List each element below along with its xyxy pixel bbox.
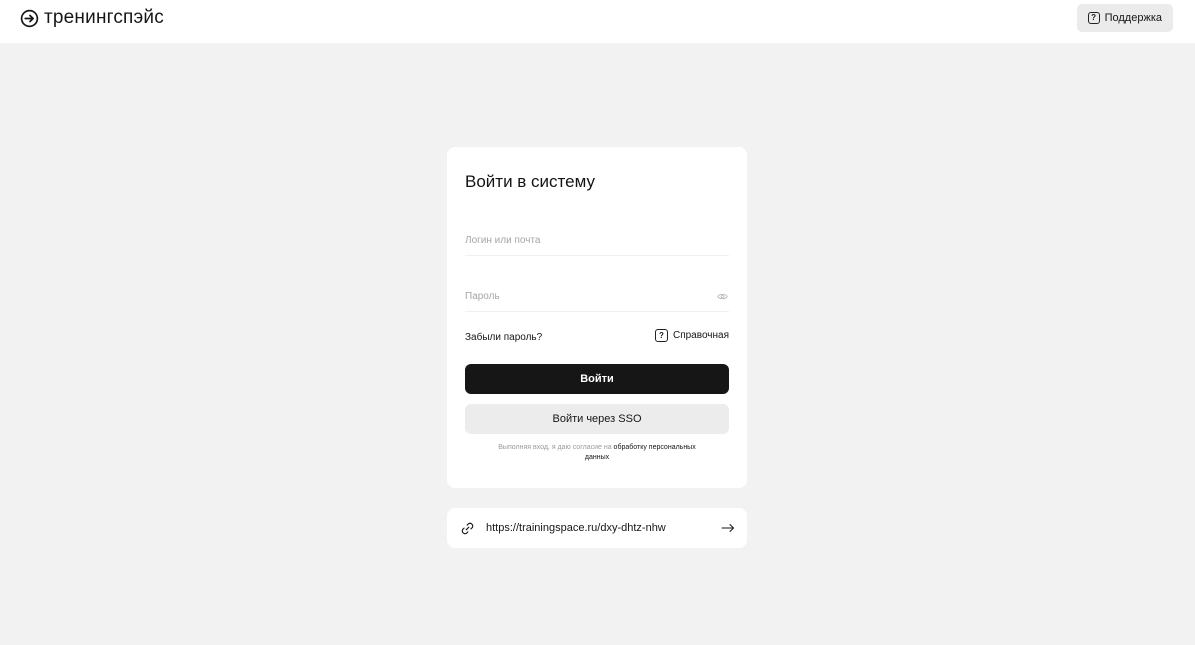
arrow-right-icon bbox=[721, 524, 734, 532]
consent-prefix: Выполняя вход, я даю согласие на bbox=[498, 444, 614, 451]
eye-icon[interactable] bbox=[717, 292, 728, 301]
login-input[interactable] bbox=[465, 226, 729, 255]
room-link-url: https://trainingspace.ru/dxy-dhtz-nhw bbox=[486, 522, 666, 534]
password-input[interactable] bbox=[465, 282, 729, 311]
question-box-icon: ? bbox=[1087, 12, 1100, 24]
sso-login-button[interactable]: Войти через SSO bbox=[465, 404, 729, 434]
password-field bbox=[465, 282, 729, 312]
login-field bbox=[465, 226, 729, 256]
logo-text: тренингспэйс bbox=[44, 7, 164, 28]
logo[interactable]: тренингспэйс bbox=[20, 7, 164, 29]
room-link-card[interactable]: https://trainingspace.ru/dxy-dhtz-nhw bbox=[447, 508, 747, 548]
support-label: Поддержка bbox=[1104, 12, 1162, 24]
login-button[interactable]: Войти bbox=[465, 364, 729, 394]
top-bar: тренингспэйс ? Поддержка bbox=[0, 0, 1195, 43]
support-button[interactable]: ? Поддержка bbox=[1076, 4, 1173, 32]
forgot-password-link[interactable]: Забыли пароль? bbox=[465, 332, 542, 343]
help-label: Справочная bbox=[672, 330, 729, 341]
consent-text: Выполняя вход, я даю согласие на обработ… bbox=[487, 443, 707, 463]
page-title: Войти в систему bbox=[465, 172, 595, 191]
chain-link-icon bbox=[461, 522, 474, 534]
help-link[interactable]: ? Справочная bbox=[654, 329, 729, 342]
login-arrow-icon bbox=[20, 9, 39, 27]
question-box-icon: ? bbox=[654, 329, 668, 342]
login-card: Войти в систему Забыли пароль? ? Справоч… bbox=[447, 147, 747, 488]
